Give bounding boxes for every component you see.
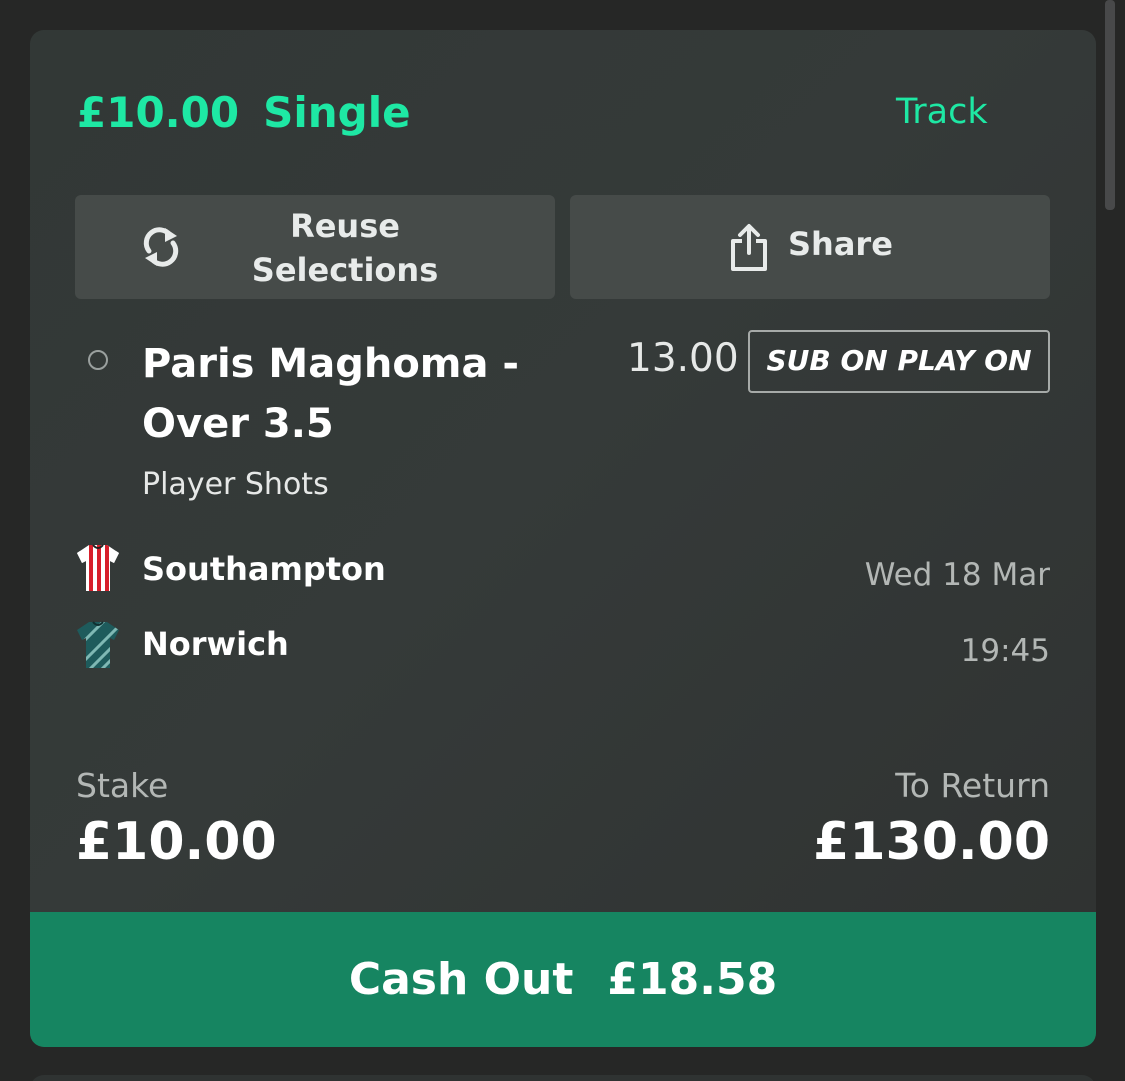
reuse-selections-button[interactable]: Reuse Selections (75, 195, 555, 299)
cash-out-button[interactable]: Cash Out £18.58 (30, 912, 1096, 1047)
selection-status-icon (88, 350, 108, 370)
selection-name-line2: Over 3.5 (142, 401, 334, 447)
bet-headline: £10.00 Single (77, 88, 411, 137)
home-team: Southampton (142, 550, 386, 588)
stake-label: Stake (76, 766, 169, 805)
norwich-shirt-icon (75, 620, 121, 674)
away-team: Norwich (142, 625, 289, 663)
selection-name-line1: Paris Maghoma - (142, 341, 519, 387)
reuse-selections-label: Reuse Selections (245, 204, 445, 292)
reuse-label-line2: Selections (251, 251, 439, 289)
reuse-label-line1: Reuse (290, 207, 400, 245)
next-bet-card (30, 1075, 1096, 1081)
sub-on-play-on-badge: SUB ON PLAY ON (748, 330, 1050, 393)
share-icon (728, 223, 770, 281)
event-time: 19:45 (960, 633, 1050, 669)
stake-value: £10.00 (76, 812, 277, 872)
selection-odds: 13.00 (627, 336, 739, 381)
refresh-icon (141, 225, 181, 277)
southampton-shirt-icon (75, 543, 121, 597)
bet-card: £10.00 Single Track Reuse Selections Shar… (30, 30, 1096, 1047)
selection-name: Paris Maghoma - Over 3.5 (142, 334, 519, 454)
share-label: Share (788, 225, 893, 263)
share-button[interactable]: Share (570, 195, 1050, 299)
bet-type: Single (263, 88, 411, 137)
market-name: Player Shots (142, 467, 329, 502)
cash-out-amount: £18.58 (607, 954, 778, 1005)
track-link[interactable]: Track (896, 92, 988, 132)
bet-stake-amount: £10.00 (77, 88, 240, 137)
cash-out-label: Cash Out (348, 954, 574, 1005)
to-return-value: £130.00 (813, 812, 1050, 872)
scrollbar[interactable] (1105, 0, 1115, 210)
event-date: Wed 18 Mar (864, 557, 1050, 593)
to-return-label: To Return (895, 766, 1050, 805)
